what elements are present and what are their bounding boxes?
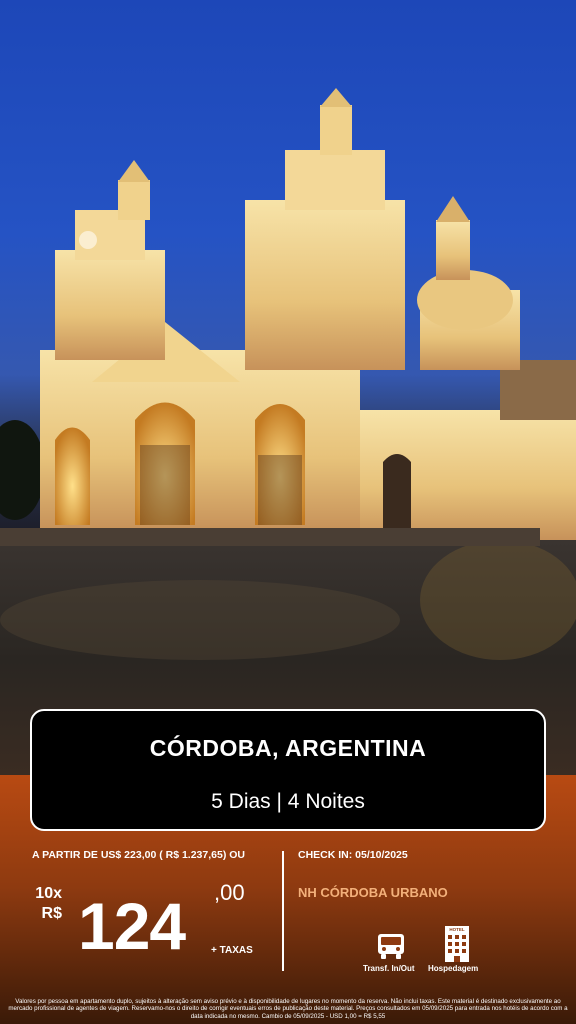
disclaimer-text: Valores por pessoa em apartamento duplo,… <box>8 998 568 1020</box>
installment-cents: ,00 <box>214 880 245 905</box>
lodging-label: Hospedagem <box>428 964 479 973</box>
taxes-note: + TAXAS <box>211 945 253 956</box>
installments-label: 10x R$ <box>28 884 62 924</box>
installments-count: 10x <box>35 885 62 902</box>
transfer-label: Transf. In/Out <box>363 964 415 973</box>
currency-symbol: R$ <box>41 905 62 922</box>
hotel-icon: HOTEL <box>443 926 471 967</box>
vertical-divider <box>282 851 284 971</box>
installment-amount: 124 <box>78 889 186 963</box>
destination-title: CÓRDOBA, ARGENTINA <box>149 735 427 761</box>
cathedral-photo <box>0 0 576 780</box>
bus-icon <box>375 930 407 967</box>
price-from-text: A PARTIR DE US$ 223,00 ( R$ 1.237,65) OU <box>32 849 245 861</box>
hotel-name: NH CÓRDOBA URBANO <box>298 885 448 900</box>
trip-duration: 5 Dias | 4 Noites <box>211 790 365 813</box>
hotel-sign-text: HOTEL <box>449 927 465 932</box>
checkin-date: CHECK IN: 05/10/2025 <box>298 849 408 861</box>
cathedral-illustration <box>0 88 576 780</box>
destination-banner: CÓRDOBA, ARGENTINA 5 Dias | 4 Noites <box>30 709 546 831</box>
